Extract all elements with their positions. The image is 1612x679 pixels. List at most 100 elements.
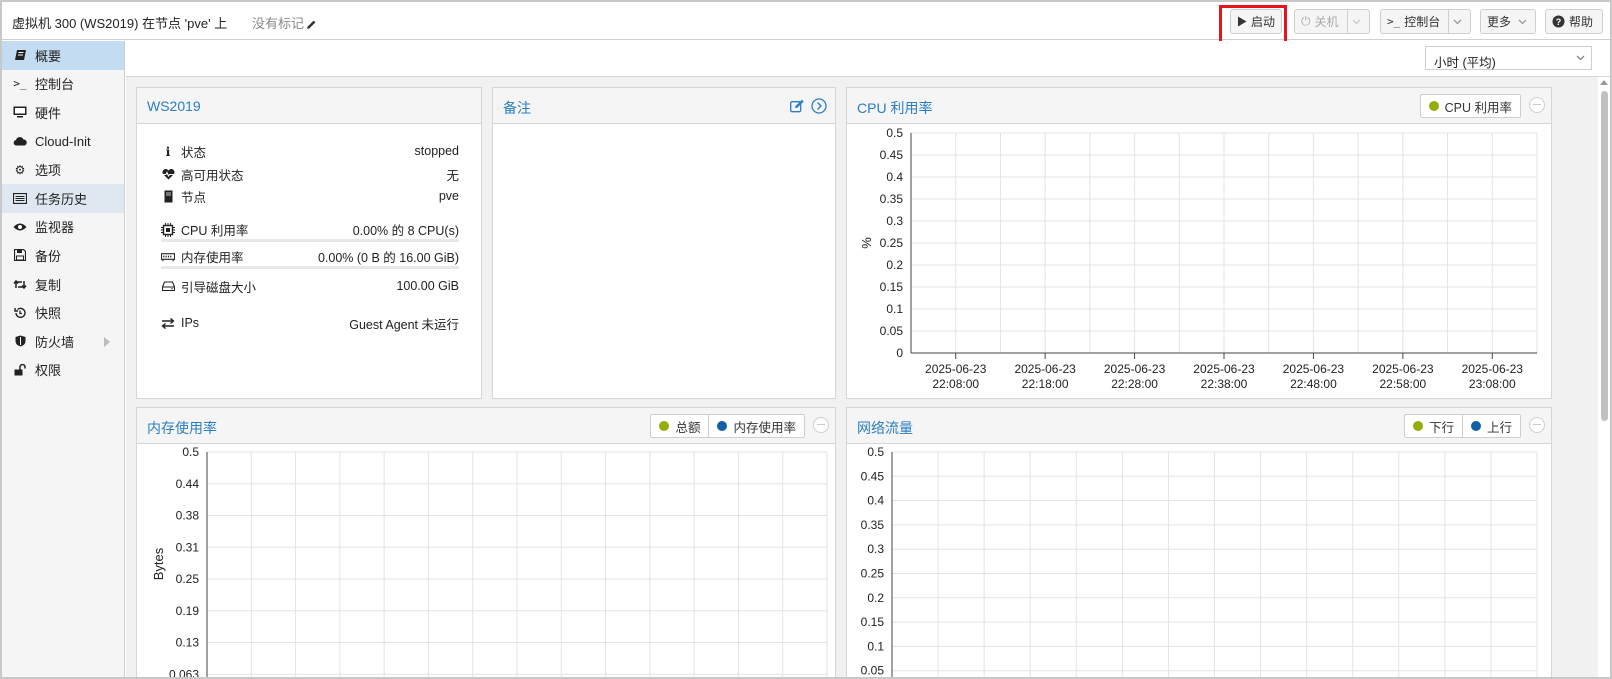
sidebar-item-options[interactable]: ⚙ 选项 — [2, 155, 124, 184]
y-tick-label: 0.15 — [861, 615, 885, 629]
legend-item-in[interactable]: 下行 — [1405, 415, 1462, 437]
tags-edit[interactable]: 没有标记 — [252, 13, 317, 32]
vertical-scrollbar[interactable] — [1598, 77, 1610, 677]
legend-dot-blue — [717, 421, 728, 431]
shutdown-menu-chevron[interactable] — [1346, 10, 1361, 33]
more-button[interactable]: 更多 — [1480, 9, 1536, 34]
server-icon — [161, 190, 175, 203]
legend-item-out[interactable]: 上行 — [1461, 415, 1520, 437]
sidebar-item-replication[interactable]: 复制 — [2, 270, 124, 299]
sidebar-item-permissions[interactable]: 权限 — [2, 356, 124, 385]
y-tick-label: 0.25 — [861, 567, 885, 581]
chevron-down-icon — [1453, 19, 1462, 24]
legend-label: CPU 利用率 — [1444, 100, 1512, 115]
console-label: 控制台 — [1404, 15, 1441, 29]
terminal-icon: >_ — [13, 77, 27, 91]
scroll-up-arrow-icon[interactable] — [1600, 80, 1608, 85]
main-content: 小时 (平均) WS2019 i 状态 stopped 高可用状态 无 节点 pve C… — [126, 41, 1610, 677]
sidebar-item-summary[interactable]: 概要 — [2, 41, 124, 70]
network-chart-svg: 0.5 0.45 0.4 0.35 0.3 0.25 0.2 0.15 0.1 0.05 — [861, 445, 1538, 677]
sidebar-item-hardware[interactable]: 硬件 — [2, 98, 124, 127]
sidebar-item-label: 权限 — [35, 363, 62, 379]
cpu-chart: 0 0.05 0.1 0.15 0.2 0.25 0.3 0.35 0.4 0.45 0.5 2025… — [847, 124, 1601, 400]
y-tick-label: 0.1 — [867, 639, 884, 653]
console-menu-chevron[interactable] — [1448, 10, 1462, 33]
heartbeat-icon — [161, 168, 175, 180]
legend-dot-blue — [1470, 421, 1481, 431]
legend-dot-green — [659, 421, 670, 431]
sidebar-item-backup[interactable]: 备份 — [2, 241, 124, 270]
x-tick-label: 22:38:00 — [1201, 377, 1248, 391]
legend-item-used[interactable]: 内存使用率 — [708, 415, 804, 437]
expand-arrow-icon[interactable] — [104, 336, 110, 347]
shutdown-button[interactable]: ⏻ 关机 — [1294, 9, 1370, 34]
legend-dot-green — [1412, 421, 1423, 431]
network-panel-title: 网络流量 — [857, 420, 913, 436]
sidebar-item-label: 监视器 — [35, 220, 75, 236]
eye-icon — [13, 220, 27, 234]
y-tick-label: 0.25 — [880, 236, 904, 250]
y-tick-label: 0.05 — [880, 324, 904, 338]
legend-label: 总额 — [675, 420, 701, 435]
y-tick-label: 0.44 — [176, 477, 200, 491]
memory-chart-svg: 0.5 0.44 0.38 0.31 0.25 0.19 0.13 0.063 Bytes — [151, 445, 828, 677]
legend-item-total[interactable]: 总额 — [651, 415, 708, 437]
memory-legend: 总额 内存使用率 — [650, 414, 805, 438]
sidebar-item-label: 快照 — [35, 306, 62, 322]
gear-icon: ⚙ — [14, 162, 26, 177]
collapse-icon[interactable] — [1529, 417, 1545, 433]
network-legend: 下行 上行 — [1403, 414, 1521, 438]
cpu-icon — [161, 222, 175, 237]
chevron-down-icon — [1518, 19, 1527, 24]
status-row: i 状态 stopped — [161, 140, 459, 162]
y-tick-label: 0.15 — [880, 280, 904, 294]
sidebar-item-console[interactable]: >_ 控制台 — [2, 70, 124, 99]
status-panel: WS2019 i 状态 stopped 高可用状态 无 节点 pve CPU 利用率 0.… — [136, 87, 482, 399]
sidebar-item-snapshots[interactable]: 快照 — [2, 298, 124, 327]
y-tick-label: 0.4 — [886, 170, 903, 184]
y-tick-label: 0.38 — [176, 509, 200, 523]
edit-icon[interactable] — [790, 99, 805, 113]
scrollbar-thumb[interactable] — [1601, 91, 1608, 421]
memory-usage-value: 0.00% (0 B 的 16.00 GiB) — [317, 251, 459, 265]
timeframe-value: 小时 (平均) — [1434, 56, 1496, 70]
sidebar-item-label: 任务历史 — [35, 191, 88, 207]
x-tick-label: 2025-06-23 — [1014, 362, 1076, 376]
sidebar-item-task-history[interactable]: 任务历史 — [2, 183, 124, 213]
chevron-circle-icon[interactable] — [811, 98, 827, 114]
timeframe-bar: 小时 (平均) — [126, 41, 1610, 77]
node-row: 节点 pve — [161, 185, 459, 207]
boot-disk-label: 引导磁盘大小 — [181, 280, 257, 295]
shield-icon — [13, 334, 27, 348]
timeframe-select[interactable]: 小时 (平均) — [1425, 46, 1592, 70]
collapse-icon[interactable] — [1529, 97, 1545, 113]
x-tick-label: 22:58:00 — [1379, 377, 1426, 391]
console-button[interactable]: >_ 控制台 — [1380, 9, 1471, 34]
x-tick-label: 2025-06-23 — [1372, 362, 1434, 376]
cpu-legend: CPU 利用率 — [1419, 94, 1521, 118]
x-tick-label: 2025-06-23 — [1462, 362, 1524, 376]
node-label: 节点 — [181, 190, 207, 205]
sidebar-item-firewall[interactable]: 防火墙 — [2, 327, 124, 356]
no-tags-label: 没有标记 — [252, 16, 305, 31]
legend-label: 上行 — [1486, 420, 1512, 435]
network-panel-header: 网络流量 下行 上行 — [847, 408, 1551, 444]
collapse-icon[interactable] — [813, 417, 829, 433]
shutdown-label: 关机 — [1314, 15, 1339, 29]
cpu-panel-header: CPU 利用率 CPU 利用率 — [847, 88, 1551, 124]
sidebar-item-monitor[interactable]: 监视器 — [2, 213, 124, 242]
y-tick-label: 0 — [896, 346, 903, 360]
legend-item-cpu[interactable]: CPU 利用率 — [1421, 95, 1520, 117]
cpu-usage-label: CPU 利用率 — [181, 224, 249, 238]
status-value: stopped — [414, 144, 459, 158]
ips-row: IPs Guest Agent 未运行 — [161, 312, 459, 334]
sidebar-item-cloud-init[interactable]: Cloud-Init — [2, 127, 124, 156]
chevron-down-icon — [1576, 55, 1585, 61]
memory-panel-title: 内存使用率 — [147, 420, 217, 436]
y-tick-label: 0.31 — [176, 540, 200, 554]
x-tick-label: 22:28:00 — [1111, 377, 1158, 391]
help-button[interactable]: ? 帮助 — [1545, 9, 1603, 34]
x-tick-label: 22:18:00 — [1022, 377, 1069, 391]
sidebar-item-label: 概要 — [35, 48, 62, 64]
notes-panel-header: 备注 — [493, 88, 835, 124]
